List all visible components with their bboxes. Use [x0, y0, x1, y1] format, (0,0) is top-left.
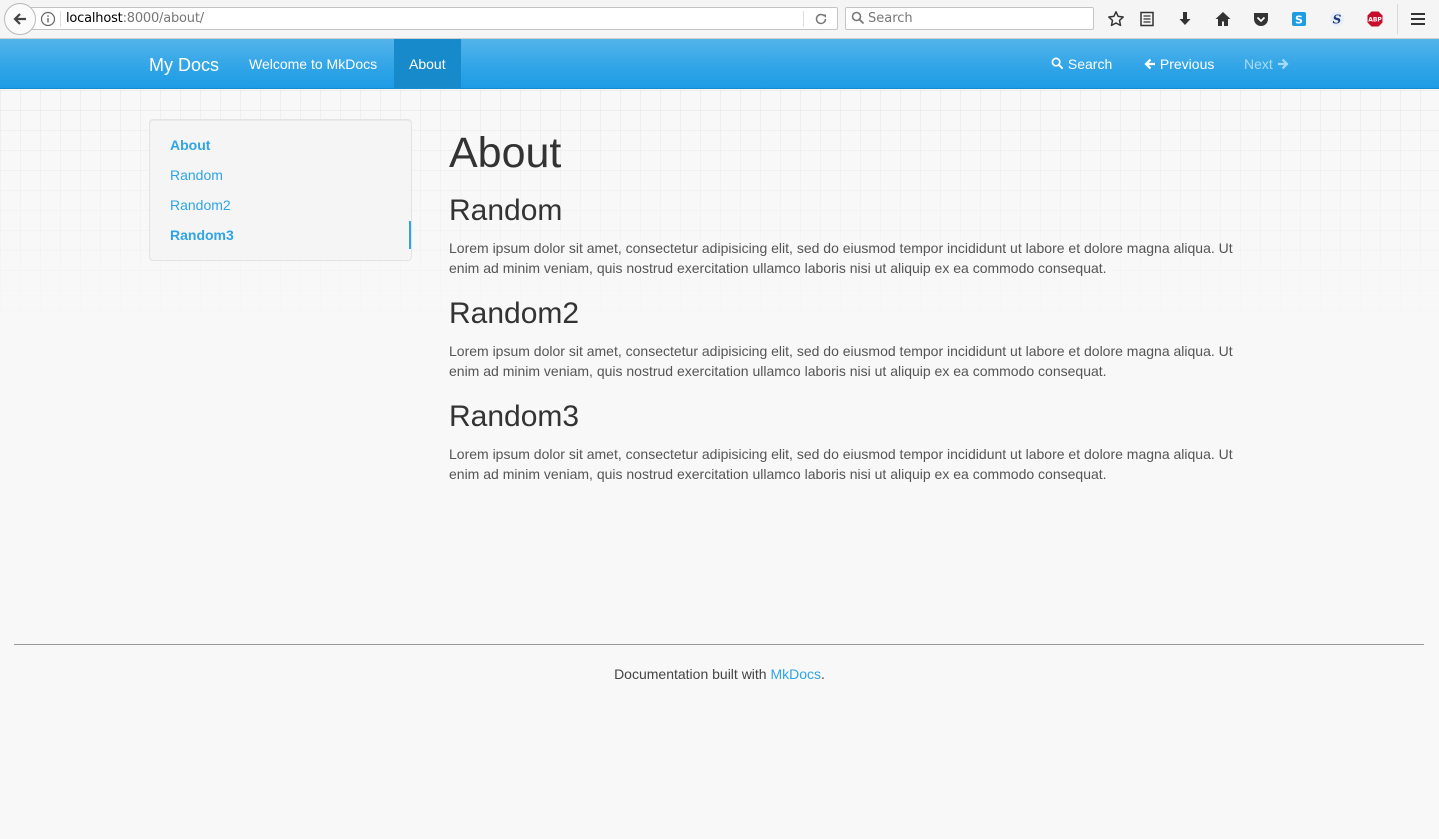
browser-search-bar[interactable] [845, 7, 1094, 30]
skype-icon[interactable]: S [1288, 8, 1310, 30]
toc-active-indicator [409, 221, 411, 249]
toc-item-random[interactable]: Random [170, 167, 223, 183]
nav-previous-label: Previous [1159, 56, 1215, 72]
home-icon[interactable] [1212, 8, 1234, 30]
section-heading-random: Random [449, 194, 563, 227]
search-icon [851, 11, 865, 30]
extension-s-icon[interactable]: S [1326, 8, 1348, 30]
nav-search-label: Search [1067, 56, 1113, 72]
url-host: localhost [66, 11, 123, 26]
site-brand[interactable]: My Docs [149, 55, 219, 76]
toc-item-about[interactable]: About [170, 137, 210, 153]
back-arrow-icon [13, 13, 26, 25]
browser-search-input[interactable] [868, 9, 1088, 28]
toc-sidebar: About Random Random2 Random3 [149, 119, 412, 261]
nav-previous-button[interactable]: Previous [1129, 39, 1229, 89]
url-path: :8000/about/ [122, 11, 205, 26]
section-heading-random3: Random3 [449, 400, 580, 433]
nav-search-button[interactable]: Search [1036, 39, 1127, 89]
footer-text-after: . [821, 666, 825, 682]
footer-divider [14, 644, 1424, 645]
section-body-random2: Lorem ipsum dolor sit amet, consectetur … [449, 343, 1233, 379]
url-separator [60, 11, 61, 27]
info-icon[interactable] [40, 11, 56, 32]
svg-text:S: S [1295, 14, 1303, 27]
nav-link-about[interactable]: About [394, 39, 461, 89]
download-icon[interactable] [1174, 8, 1196, 30]
menu-icon[interactable] [1407, 8, 1429, 30]
section-heading-random2: Random2 [449, 297, 580, 330]
toolbar-separator [1397, 4, 1398, 34]
reload-separator [803, 11, 804, 27]
url-text[interactable]: localhost:8000/about/ [66, 11, 204, 26]
nav-next-label: Next [1244, 56, 1273, 72]
browser-toolbar: localhost:8000/about/ S S ABP [0, 0, 1439, 39]
arrow-right-icon [1277, 58, 1289, 70]
footer: Documentation built with MkDocs. [0, 666, 1439, 682]
nav-link-welcome[interactable]: Welcome to MkDocs [234, 39, 392, 89]
bookmark-star-icon[interactable] [1105, 8, 1127, 30]
reading-list-icon[interactable] [1136, 8, 1158, 30]
site-navbar: My Docs Welcome to MkDocs About Search P… [0, 39, 1439, 89]
arrow-left-icon [1144, 58, 1155, 70]
pocket-icon[interactable] [1250, 8, 1272, 30]
footer-mkdocs-link[interactable]: MkDocs [770, 666, 821, 682]
section-body-random: Lorem ipsum dolor sit amet, consectetur … [449, 240, 1233, 276]
svg-text:S: S [1333, 13, 1342, 27]
svg-text:ABP: ABP [1368, 17, 1382, 24]
toc-item-random2[interactable]: Random2 [170, 197, 231, 213]
back-button[interactable] [4, 3, 36, 35]
adblock-icon[interactable]: ABP [1364, 8, 1386, 30]
section-body-random3: Lorem ipsum dolor sit amet, consectetur … [449, 446, 1233, 482]
search-icon [1051, 57, 1064, 70]
reload-icon[interactable] [814, 12, 828, 31]
nav-next-button[interactable]: Next [1229, 39, 1304, 89]
toc-item-random3[interactable]: Random3 [170, 227, 234, 243]
footer-text-before: Documentation built with [614, 666, 771, 682]
page-title: About [449, 129, 562, 177]
url-bar[interactable]: localhost:8000/about/ [30, 7, 838, 30]
